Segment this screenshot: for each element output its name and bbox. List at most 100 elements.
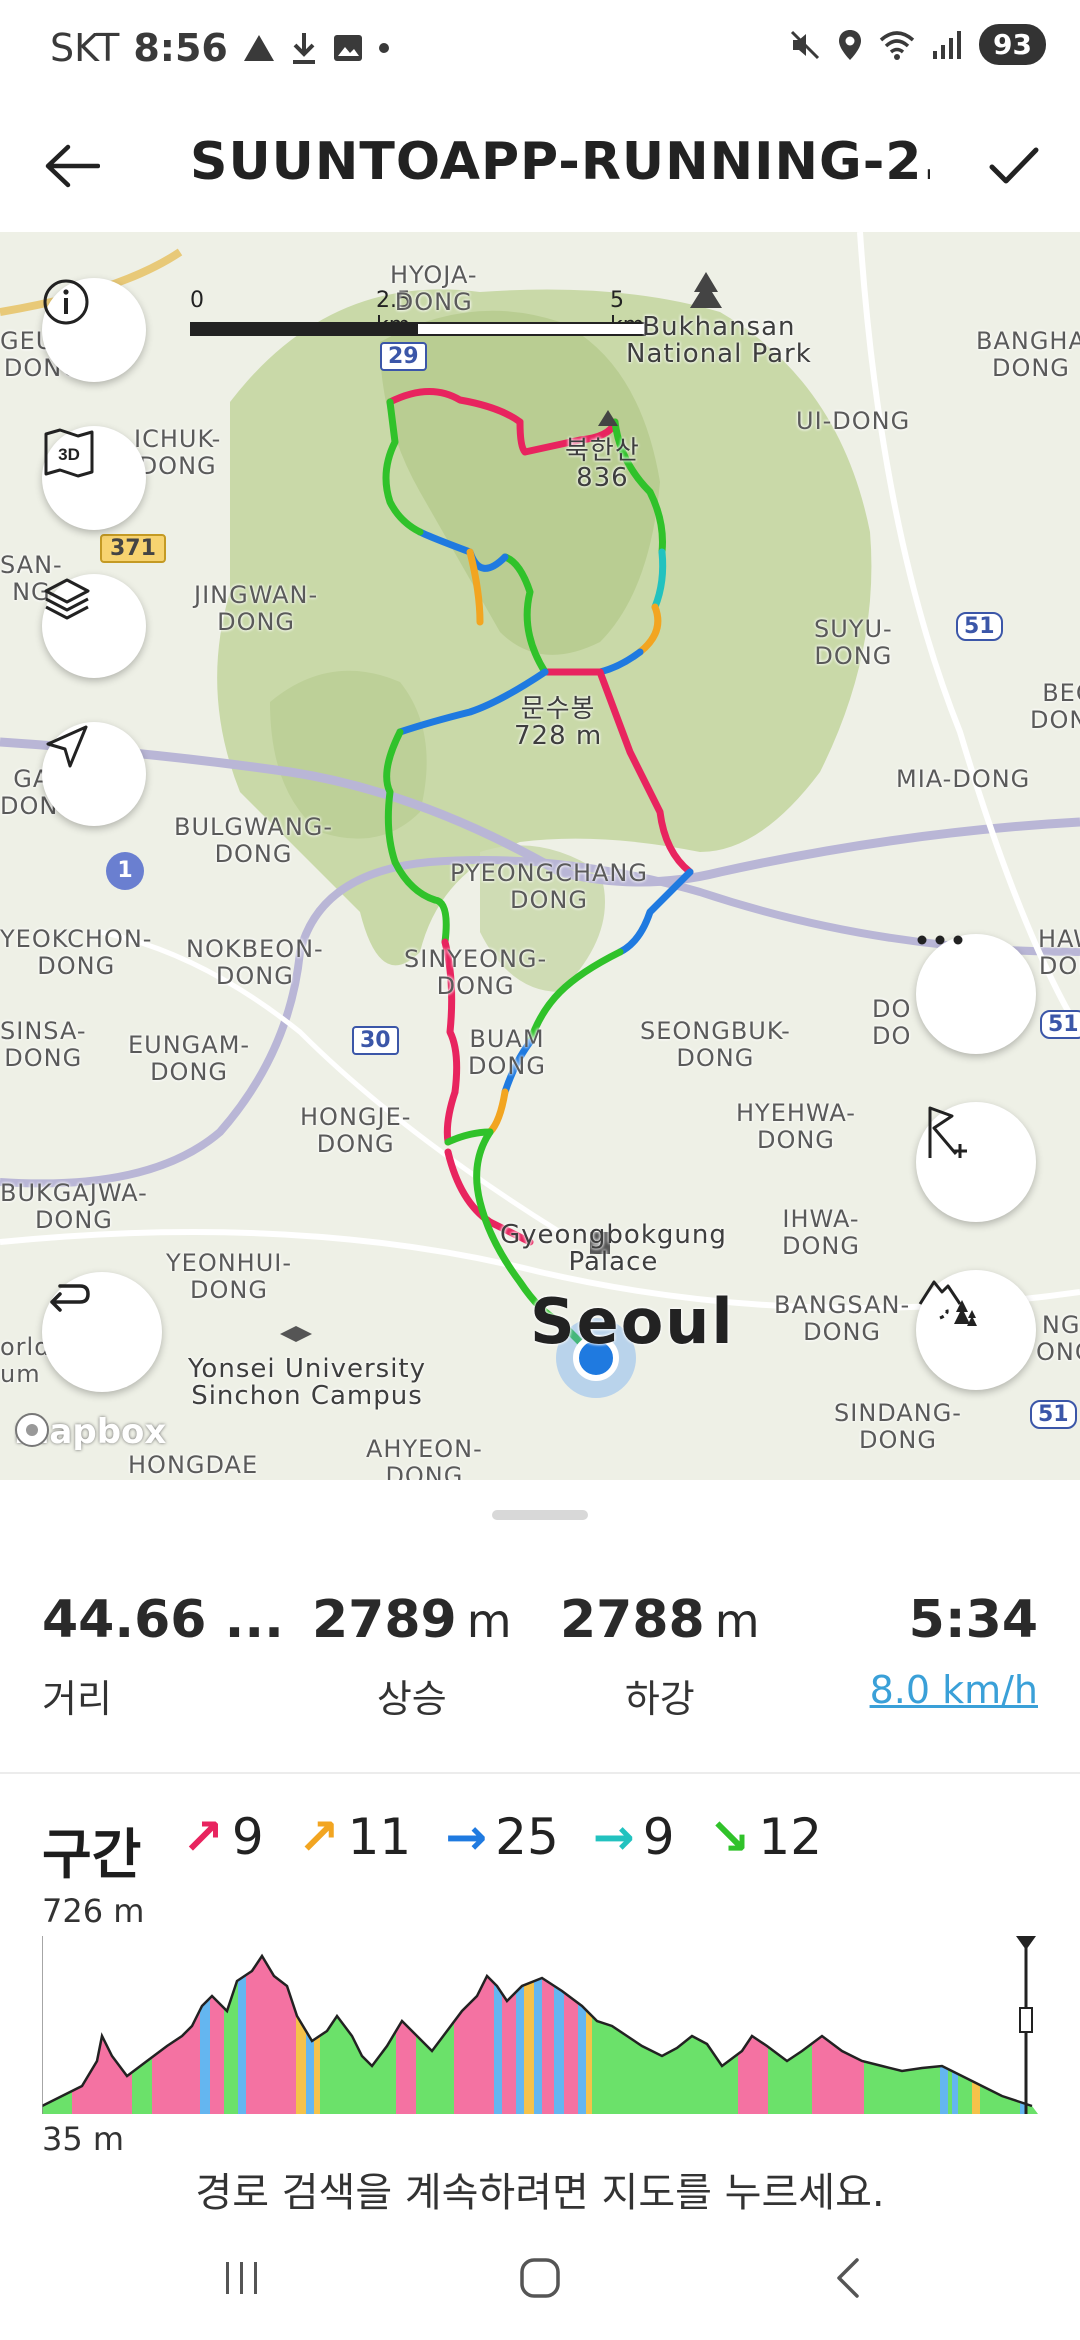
ascent-value: 2789 bbox=[312, 1590, 457, 1650]
arrow-right-icon: → bbox=[592, 1808, 635, 1866]
map-label: NGI ONG bbox=[1036, 1311, 1080, 1366]
segment-flat: → 25 bbox=[445, 1808, 559, 1866]
sheet-drag-handle[interactable] bbox=[492, 1510, 588, 1520]
more-dots-icon bbox=[917, 935, 963, 945]
route-summary-sheet: 44.66 ... 거리 2789 m 상승 2788 m 하강 5:34 8.0 … bbox=[0, 1480, 1080, 2216]
recent-apps-button[interactable] bbox=[202, 2246, 282, 2310]
map-label: SEONGBUK- DONG bbox=[640, 1017, 791, 1072]
mute-icon bbox=[790, 30, 820, 59]
wifi-icon bbox=[879, 30, 915, 60]
map-label: BEO DONG bbox=[1030, 679, 1080, 734]
mapbox-logo-icon bbox=[15, 1413, 49, 1447]
map-label: HONGDAE bbox=[128, 1451, 259, 1479]
save-check-button[interactable] bbox=[976, 128, 1052, 204]
info-icon bbox=[43, 279, 89, 325]
page-title: SUUNTOAPP-RUNNING-2... bbox=[190, 132, 930, 192]
reverse-route-button[interactable] bbox=[42, 1272, 162, 1392]
elevation-profile-chart[interactable] bbox=[42, 1936, 1038, 2114]
segments-title: 구간 bbox=[42, 1823, 142, 1886]
map-label-landmark: Gyeongbokgung Palace bbox=[500, 1220, 727, 1277]
3d-map-icon: 3D bbox=[44, 428, 94, 478]
map-label: HONGJE- DONG bbox=[300, 1103, 412, 1158]
back-button[interactable] bbox=[34, 128, 110, 204]
elevation-min-label: 35 m bbox=[42, 2120, 125, 2158]
segment-down: ↘ 12 bbox=[709, 1808, 823, 1866]
carrier-label: SKT bbox=[50, 26, 120, 70]
map-label: BUAM DONG bbox=[468, 1025, 546, 1080]
road-shield: 51 bbox=[1040, 1010, 1080, 1039]
descent-stat: 2788 m 하강 bbox=[560, 1590, 760, 1723]
segment-steep-up: ↗ 9 bbox=[182, 1808, 264, 1866]
recent-apps-icon bbox=[226, 2262, 257, 2294]
map-label: YEONHUI- DONG bbox=[166, 1249, 293, 1304]
system-nav-bar bbox=[0, 2216, 1080, 2340]
map-label: BANGHA DONG bbox=[976, 327, 1080, 382]
add-waypoint-icon bbox=[928, 1106, 967, 1158]
road-shield: 30 bbox=[352, 1026, 399, 1055]
map-label: ICHUK- DONG bbox=[134, 425, 222, 480]
info-button[interactable] bbox=[42, 278, 146, 382]
3d-view-button[interactable]: 3D bbox=[42, 426, 146, 530]
map-label: UI-DONG bbox=[796, 407, 911, 435]
segment-count: 11 bbox=[347, 1808, 412, 1866]
add-waypoint-button[interactable] bbox=[916, 1102, 1036, 1222]
segment-count: 12 bbox=[758, 1808, 823, 1866]
segment-up: ↗ 11 bbox=[298, 1808, 412, 1866]
map-label: SINYEONG- DONG bbox=[404, 945, 548, 1000]
system-back-button[interactable] bbox=[808, 2246, 888, 2310]
layers-icon bbox=[44, 578, 90, 620]
road-shield: 51 bbox=[956, 612, 1003, 641]
map-label: SUYU- DONG bbox=[814, 615, 893, 670]
distance-label: 거리 bbox=[42, 1677, 112, 1721]
route-map[interactable]: 0 2.5 km 5 km HYOJA- DONG Bukhansan Nati… bbox=[0, 232, 1080, 1480]
map-label: BULGWANG- DONG bbox=[174, 813, 334, 868]
battery-level: 93 bbox=[979, 24, 1046, 65]
map-label: Bukhansan National Park bbox=[626, 312, 812, 369]
map-label: AHYEON- DONG bbox=[366, 1435, 483, 1481]
map-label-landmark: Yonsei University Sinchon Campus bbox=[188, 1354, 426, 1411]
map-label: SINDANG- DONG bbox=[834, 1399, 962, 1454]
ascent-stat: 2789 m 상승 bbox=[312, 1590, 512, 1723]
marker-drag-handle[interactable] bbox=[1019, 2007, 1033, 2033]
map-label-city: Seoul bbox=[530, 1285, 735, 1358]
download-icon bbox=[292, 33, 315, 64]
descent-value: 2788 bbox=[560, 1590, 705, 1650]
map-label: MIA-DONG bbox=[896, 765, 1031, 793]
segment-counts: ↗ 9 ↗ 11 → 25 → 9 ↘ 12 bbox=[182, 1808, 822, 1866]
location-icon bbox=[839, 29, 862, 60]
home-button[interactable] bbox=[500, 2246, 580, 2310]
signal-icon bbox=[933, 30, 962, 59]
speed-link[interactable]: 8.0 km/h bbox=[870, 1668, 1038, 1712]
navigation-notification-icon bbox=[243, 35, 274, 61]
map-layers-button[interactable] bbox=[42, 574, 146, 678]
map-label: SINSA- DONG bbox=[0, 1017, 87, 1072]
chevron-left-icon bbox=[837, 2258, 859, 2298]
svg-text:3D: 3D bbox=[58, 445, 80, 464]
map-label: BANGSAN- DONG bbox=[774, 1291, 911, 1346]
pace-stat: 5:34 8.0 km/h bbox=[870, 1590, 1038, 1712]
ascent-unit: m bbox=[466, 1594, 512, 1648]
reverse-arrow-icon bbox=[50, 1284, 90, 1312]
locate-me-button[interactable] bbox=[42, 722, 146, 826]
divider bbox=[0, 1772, 1080, 1774]
distance-value: 44.66 ... bbox=[42, 1590, 284, 1650]
road-shield: 371 bbox=[100, 534, 166, 563]
route-planning-mode-button[interactable] bbox=[916, 1270, 1036, 1390]
arrow-left-icon bbox=[45, 144, 100, 188]
status-bar: SKT 8:56 93 bbox=[0, 0, 1080, 100]
terrain-trees-icon bbox=[918, 1280, 977, 1326]
marker-triangle-icon bbox=[1016, 1936, 1036, 1950]
descent-label: 하강 bbox=[624, 1677, 695, 1721]
image-icon bbox=[333, 35, 362, 61]
map-label: HYOJA- DONG bbox=[390, 261, 478, 316]
more-options-button[interactable] bbox=[916, 934, 1036, 1054]
map-label: HAWO DONG bbox=[1038, 925, 1080, 980]
map-label: EUNGAM- DONG bbox=[128, 1031, 251, 1086]
dot-icon bbox=[378, 43, 389, 53]
map-label: BUKGAJWA- DONG bbox=[0, 1179, 148, 1234]
map-label: HYEHWA- DONG bbox=[736, 1099, 856, 1154]
descent-unit: m bbox=[714, 1594, 760, 1648]
mapbox-attribution[interactable]: mapbox bbox=[14, 1412, 166, 1452]
segment-count: 9 bbox=[231, 1808, 264, 1866]
park-tree-icon bbox=[690, 272, 722, 308]
